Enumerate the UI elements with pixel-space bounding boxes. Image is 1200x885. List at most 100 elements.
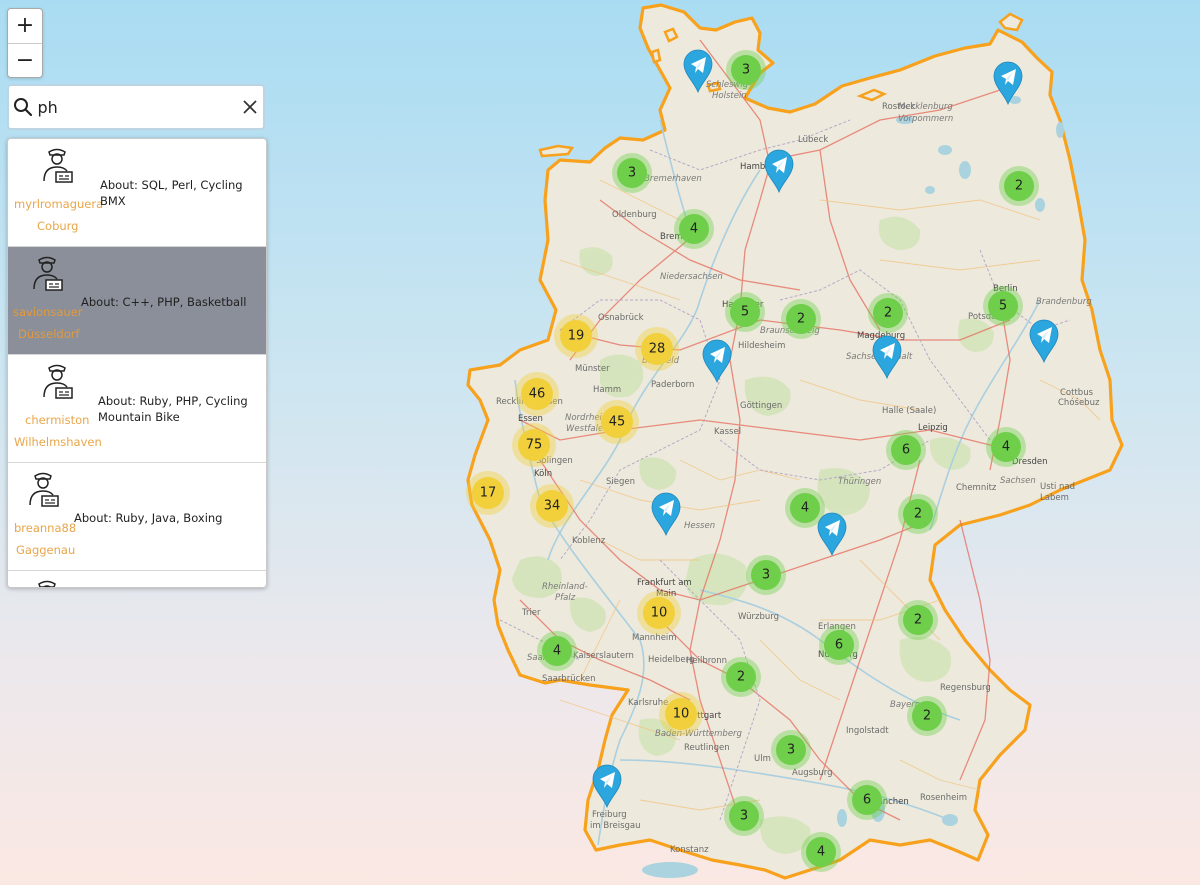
marker-cluster[interactable]: 10 xyxy=(659,692,703,736)
map-label: Trier xyxy=(521,608,541,618)
marker-cluster[interactable]: 6 xyxy=(847,780,887,820)
cluster-count: 10 xyxy=(651,606,668,621)
marker-cluster[interactable]: 4 xyxy=(674,209,714,249)
cluster-count: 46 xyxy=(529,387,546,402)
cluster-count: 6 xyxy=(902,443,910,458)
result-item[interactable]: myrlromaguera Coburg About: SQL, Perl, C… xyxy=(8,139,266,247)
marker-cluster[interactable]: 2 xyxy=(721,657,761,697)
cluster-count: 3 xyxy=(762,568,770,583)
cluster-count: 5 xyxy=(741,305,749,320)
map-label: Kaiserslautern xyxy=(573,651,634,661)
result-about: About: Ruby, PHP, Cycling Mountain Bike xyxy=(98,394,248,424)
marker-cluster[interactable]: 2 xyxy=(999,166,1039,206)
marker-cluster[interactable]: 5 xyxy=(983,286,1023,326)
marker-cluster[interactable]: 2 xyxy=(907,696,947,736)
marker-cluster[interactable]: 19 xyxy=(554,314,598,358)
cluster-count: 2 xyxy=(737,670,745,685)
marker-cluster[interactable]: 17 xyxy=(466,471,510,515)
marker-cluster[interactable]: 45 xyxy=(595,400,639,444)
marker-cluster[interactable]: 3 xyxy=(726,50,766,90)
cluster-count: 3 xyxy=(740,809,748,824)
map-label: Lübeck xyxy=(798,135,828,145)
map-label: Chóśebuz xyxy=(1058,397,1100,408)
map-label: Leipzig xyxy=(918,423,948,433)
map-label: Koblenz xyxy=(572,536,606,546)
result-username[interactable]: savionsauer xyxy=(13,305,83,319)
map-label: Bremerhaven xyxy=(644,174,702,184)
search-input[interactable] xyxy=(37,97,238,117)
result-item-selected[interactable]: savionsauer Düsseldorf About: C++, PHP, … xyxy=(8,247,266,355)
marker-cluster[interactable]: 3 xyxy=(746,555,786,595)
map-label: im Breisgau xyxy=(590,821,641,831)
marker-cluster[interactable]: 28 xyxy=(635,327,679,371)
cluster-count: 4 xyxy=(801,501,809,516)
developer-avatar-icon xyxy=(30,577,64,587)
marker-cluster[interactable]: 4 xyxy=(537,631,577,671)
marker-cluster[interactable]: 75 xyxy=(512,423,556,467)
marker-cluster[interactable]: 10 xyxy=(637,591,681,635)
marker-cluster[interactable]: 4 xyxy=(801,832,841,872)
map-label: Brandenburg xyxy=(1036,297,1092,307)
marker-cluster[interactable]: 6 xyxy=(819,625,859,665)
map-label: Rosenheim xyxy=(920,793,967,803)
cluster-count: 3 xyxy=(628,166,636,181)
map-label: Thüringen xyxy=(838,477,881,487)
map-label: Reutlingen xyxy=(684,743,730,753)
developer-avatar-icon xyxy=(40,145,74,185)
map-label: Würzburg xyxy=(738,612,779,622)
marker-cluster[interactable]: 34 xyxy=(530,484,574,528)
developer-avatar-icon xyxy=(26,469,60,509)
cluster-count: 19 xyxy=(568,329,585,344)
marker-cluster[interactable]: 3 xyxy=(771,730,811,770)
marker-cluster[interactable]: 2 xyxy=(898,600,938,640)
marker-cluster[interactable]: 4 xyxy=(986,427,1026,467)
map-label: Freiburg xyxy=(592,810,627,820)
map-label: Hessen xyxy=(684,521,715,531)
cluster-count: 2 xyxy=(914,507,922,522)
map-label: Osnabrück xyxy=(598,313,644,323)
map-label: Ingolstadt xyxy=(846,726,889,736)
map-label: Hamb xyxy=(740,162,765,172)
map-label: Münster xyxy=(575,364,610,374)
cluster-count: 6 xyxy=(835,638,843,653)
search-icon xyxy=(9,97,38,117)
search-results[interactable]: myrlromaguera Coburg About: SQL, Perl, C… xyxy=(7,138,267,588)
marker-cluster[interactable]: 5 xyxy=(725,292,765,332)
zoom-control: + − xyxy=(7,8,43,78)
cluster-count: 3 xyxy=(742,63,750,78)
cluster-count: 34 xyxy=(544,499,561,514)
marker-cluster[interactable]: 46 xyxy=(515,372,559,416)
marker-cluster[interactable]: 2 xyxy=(898,494,938,534)
cluster-count: 2 xyxy=(1015,179,1023,194)
map-label: Niedersachsen xyxy=(660,272,723,282)
cluster-count: 4 xyxy=(1002,440,1010,455)
cluster-count: 28 xyxy=(649,342,666,357)
result-item[interactable]: chermiston Wilhelmshaven About: Ruby, PH… xyxy=(8,355,266,463)
marker-cluster[interactable]: 3 xyxy=(724,796,764,836)
map-label: Hamm xyxy=(593,385,621,395)
result-about: About: Ruby, Java, Boxing xyxy=(74,511,223,525)
developer-avatar-icon xyxy=(40,361,74,401)
zoom-out-button[interactable]: − xyxy=(8,44,42,78)
cluster-count: 2 xyxy=(914,613,922,628)
marker-cluster[interactable]: 3 xyxy=(612,153,652,193)
result-username[interactable]: chermiston xyxy=(25,413,89,427)
result-item-partial[interactable] xyxy=(8,571,266,587)
map-label: Paderborn xyxy=(651,380,694,390)
marker-cluster[interactable]: 2 xyxy=(868,293,908,333)
zoom-in-button[interactable]: + xyxy=(8,9,42,44)
result-username[interactable]: breanna88 xyxy=(14,521,76,535)
result-city: Gaggenau xyxy=(16,543,76,557)
map-label: Cottbus xyxy=(1060,388,1094,398)
map-label: Usti nad xyxy=(1040,482,1075,492)
marker-cluster[interactable]: 2 xyxy=(781,299,821,339)
cluster-count: 17 xyxy=(480,486,497,501)
result-username[interactable]: myrlromaguera xyxy=(14,197,103,211)
close-icon[interactable] xyxy=(238,99,264,115)
cluster-count: 10 xyxy=(673,707,690,722)
map-label: Holstein xyxy=(712,91,747,101)
marker-cluster[interactable]: 6 xyxy=(886,430,926,470)
result-about: About: C++, PHP, Basketball xyxy=(81,295,247,309)
map-label: Vorpommern xyxy=(898,114,953,124)
result-item[interactable]: breanna88 Gaggenau About: Ruby, Java, Bo… xyxy=(8,463,266,571)
